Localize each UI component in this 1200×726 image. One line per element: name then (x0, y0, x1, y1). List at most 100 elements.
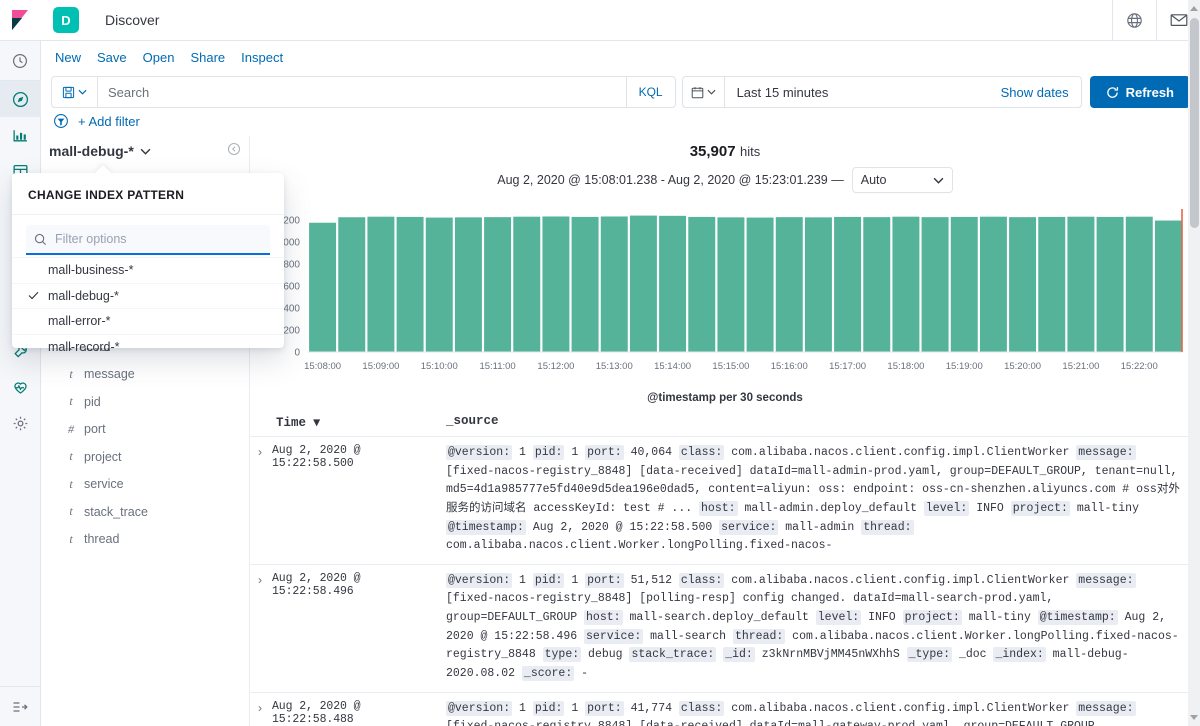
histogram-bar (804, 217, 832, 352)
source-field-key: host: (699, 500, 738, 516)
field-type-icon: t (69, 504, 73, 519)
expand-row-icon[interactable]: › (250, 444, 272, 556)
histogram-bar (542, 216, 570, 352)
date-picker: Last 15 minutes Show dates (681, 76, 1082, 108)
menu-item-save[interactable]: Save (89, 50, 135, 65)
app-badge: D (53, 7, 79, 33)
source-field-value: 1 (564, 573, 586, 587)
index-pattern-option[interactable]: mall-debug-* (12, 282, 284, 309)
column-header-source[interactable]: _source (446, 414, 499, 430)
refresh-label: Refresh (1125, 84, 1174, 100)
source-field-value: mall-admin (778, 520, 862, 534)
table-row[interactable]: › Aug 2, 2020 @ 15:22:58.500 @version: 1 p… (250, 437, 1200, 565)
source-field-key: project: (1010, 500, 1070, 516)
chevron-down-icon[interactable] (140, 148, 151, 155)
search-input[interactable] (98, 84, 626, 100)
histogram-chart[interactable]: 0 200 400 600 800 1000 1200 15:08:00 15:09:00 15:… (250, 201, 1200, 391)
index-pattern-option[interactable]: mall-business-* (12, 257, 284, 283)
interval-select[interactable]: Auto (851, 167, 953, 193)
change-index-pattern-popover: CHANGE INDEX PATTERN mall-business-* mall… (12, 173, 284, 354)
filter-bar: + Add filter (41, 108, 1200, 134)
source-field-value: 41,774 (623, 701, 679, 715)
source-field-key: @timestamp: (1037, 610, 1118, 625)
nav-visualize[interactable] (0, 117, 41, 153)
nav-collapse-toggle[interactable] (0, 686, 41, 726)
index-pattern-option[interactable]: mall-record-* (12, 333, 284, 360)
popover-search-field[interactable] (26, 225, 270, 255)
add-filter-button[interactable]: + Add filter (78, 114, 140, 129)
globe-help-icon[interactable] (1112, 0, 1156, 41)
column-header-time[interactable]: Time ▾ (250, 414, 446, 430)
scroll-down-arrow[interactable] (1190, 715, 1198, 720)
nav-recently-viewed[interactable] (0, 41, 41, 81)
field-item[interactable]: t project (41, 443, 249, 471)
top-nav-menu: New Save Open Share Inspect (41, 41, 1200, 73)
query-bar: KQL Last 15 minutes Show dates Refresh (41, 73, 1200, 111)
field-item[interactable]: t message (41, 361, 249, 389)
histogram-bar (1038, 216, 1066, 352)
histogram-bar (396, 216, 424, 352)
y-axis-tick-label: 800 (283, 260, 300, 271)
histogram-bar (950, 216, 978, 352)
field-type-icon: t (69, 531, 73, 546)
index-pattern-selector[interactable]: mall-debug-* (41, 136, 249, 166)
query-input-group: KQL (51, 76, 676, 108)
source-field-key: host: (584, 610, 623, 625)
source-field-value: mall-tiny (961, 611, 1038, 624)
source-field-value: _doc (952, 648, 994, 662)
source-field-value: 40,064 (623, 446, 679, 459)
histogram-bar (454, 217, 482, 352)
histogram-bar (834, 216, 862, 352)
source-field-value: debug (581, 648, 630, 662)
field-name: thread (84, 532, 120, 547)
app-header: D Discover (41, 0, 1200, 41)
saved-query-button[interactable] (52, 77, 98, 107)
source-field-value: INFO (861, 611, 903, 624)
page-scrollbar[interactable] (1188, 0, 1200, 726)
show-dates-button[interactable]: Show dates (1001, 85, 1081, 100)
menu-item-inspect[interactable]: Inspect (233, 50, 291, 65)
expand-row-icon[interactable]: › (250, 572, 272, 684)
menu-item-share[interactable]: Share (182, 50, 233, 65)
x-axis-tick-label: 15:11:00 (479, 361, 515, 372)
field-item[interactable]: t thread (41, 526, 249, 554)
filter-options-input[interactable] (55, 232, 262, 246)
menu-item-new[interactable]: New (47, 50, 89, 65)
field-name: port (84, 422, 106, 437)
menu-item-open[interactable]: Open (135, 50, 183, 65)
source-field-key: port: (585, 700, 624, 716)
scroll-up-arrow[interactable] (1190, 6, 1198, 11)
refresh-button[interactable]: Refresh (1089, 76, 1190, 108)
row-source: @version: 1 pid: 1 port: 41,774 class: c… (446, 700, 1200, 726)
source-field-value: z3kNrnMBVjMM45nWXhhS (754, 648, 907, 662)
table-row[interactable]: › Aug 2, 2020 @ 15:22:58.496 @version: 1 p… (250, 565, 1200, 693)
index-pattern-option[interactable]: mall-error-* (12, 308, 284, 334)
sort-descending-icon[interactable]: ▾ (314, 416, 320, 430)
x-axis-tick-label: 15:15:00 (712, 361, 749, 372)
field-item[interactable]: # port (41, 416, 249, 444)
time-range-label[interactable]: Last 15 minutes (725, 85, 829, 100)
field-item[interactable]: t service (41, 471, 249, 499)
popover-title: CHANGE INDEX PATTERN (12, 173, 284, 215)
collapse-sidebar-icon[interactable] (227, 142, 241, 161)
histogram-svg[interactable]: 02004006008001000120015:08:00 15:09:00 15:… (250, 201, 1200, 386)
scrollbar-thumb[interactable] (1190, 18, 1199, 228)
x-axis-tick-label: 15:20:00 (1004, 361, 1041, 372)
index-pattern-label[interactable]: mall-debug-* (49, 143, 134, 159)
query-language-button[interactable]: KQL (625, 77, 675, 107)
nav-management[interactable] (0, 405, 41, 441)
source-field-value: Aug 2, 2020 @ 15:22:58.500 (525, 520, 720, 534)
calendar-icon-button[interactable] (683, 77, 725, 107)
source-field-value: com.alibaba.nacos.client.config.impl.Cli… (724, 573, 1077, 587)
expand-row-icon[interactable]: › (250, 700, 272, 726)
field-item[interactable]: t pid (41, 388, 249, 416)
y-axis-tick-label: 600 (283, 282, 300, 293)
source-field-key: class: (678, 700, 725, 716)
kibana-logo[interactable] (0, 0, 41, 41)
field-item[interactable]: t stack_trace (41, 498, 249, 526)
table-row[interactable]: › Aug 2, 2020 @ 15:22:58.488 @version: 1 p… (250, 693, 1200, 726)
nav-monitoring[interactable] (0, 369, 41, 405)
filter-icon[interactable] (53, 113, 69, 129)
source-field-value: com.alibaba.nacos.client.config.impl.Cli… (724, 701, 1077, 715)
nav-discover[interactable] (0, 81, 41, 117)
